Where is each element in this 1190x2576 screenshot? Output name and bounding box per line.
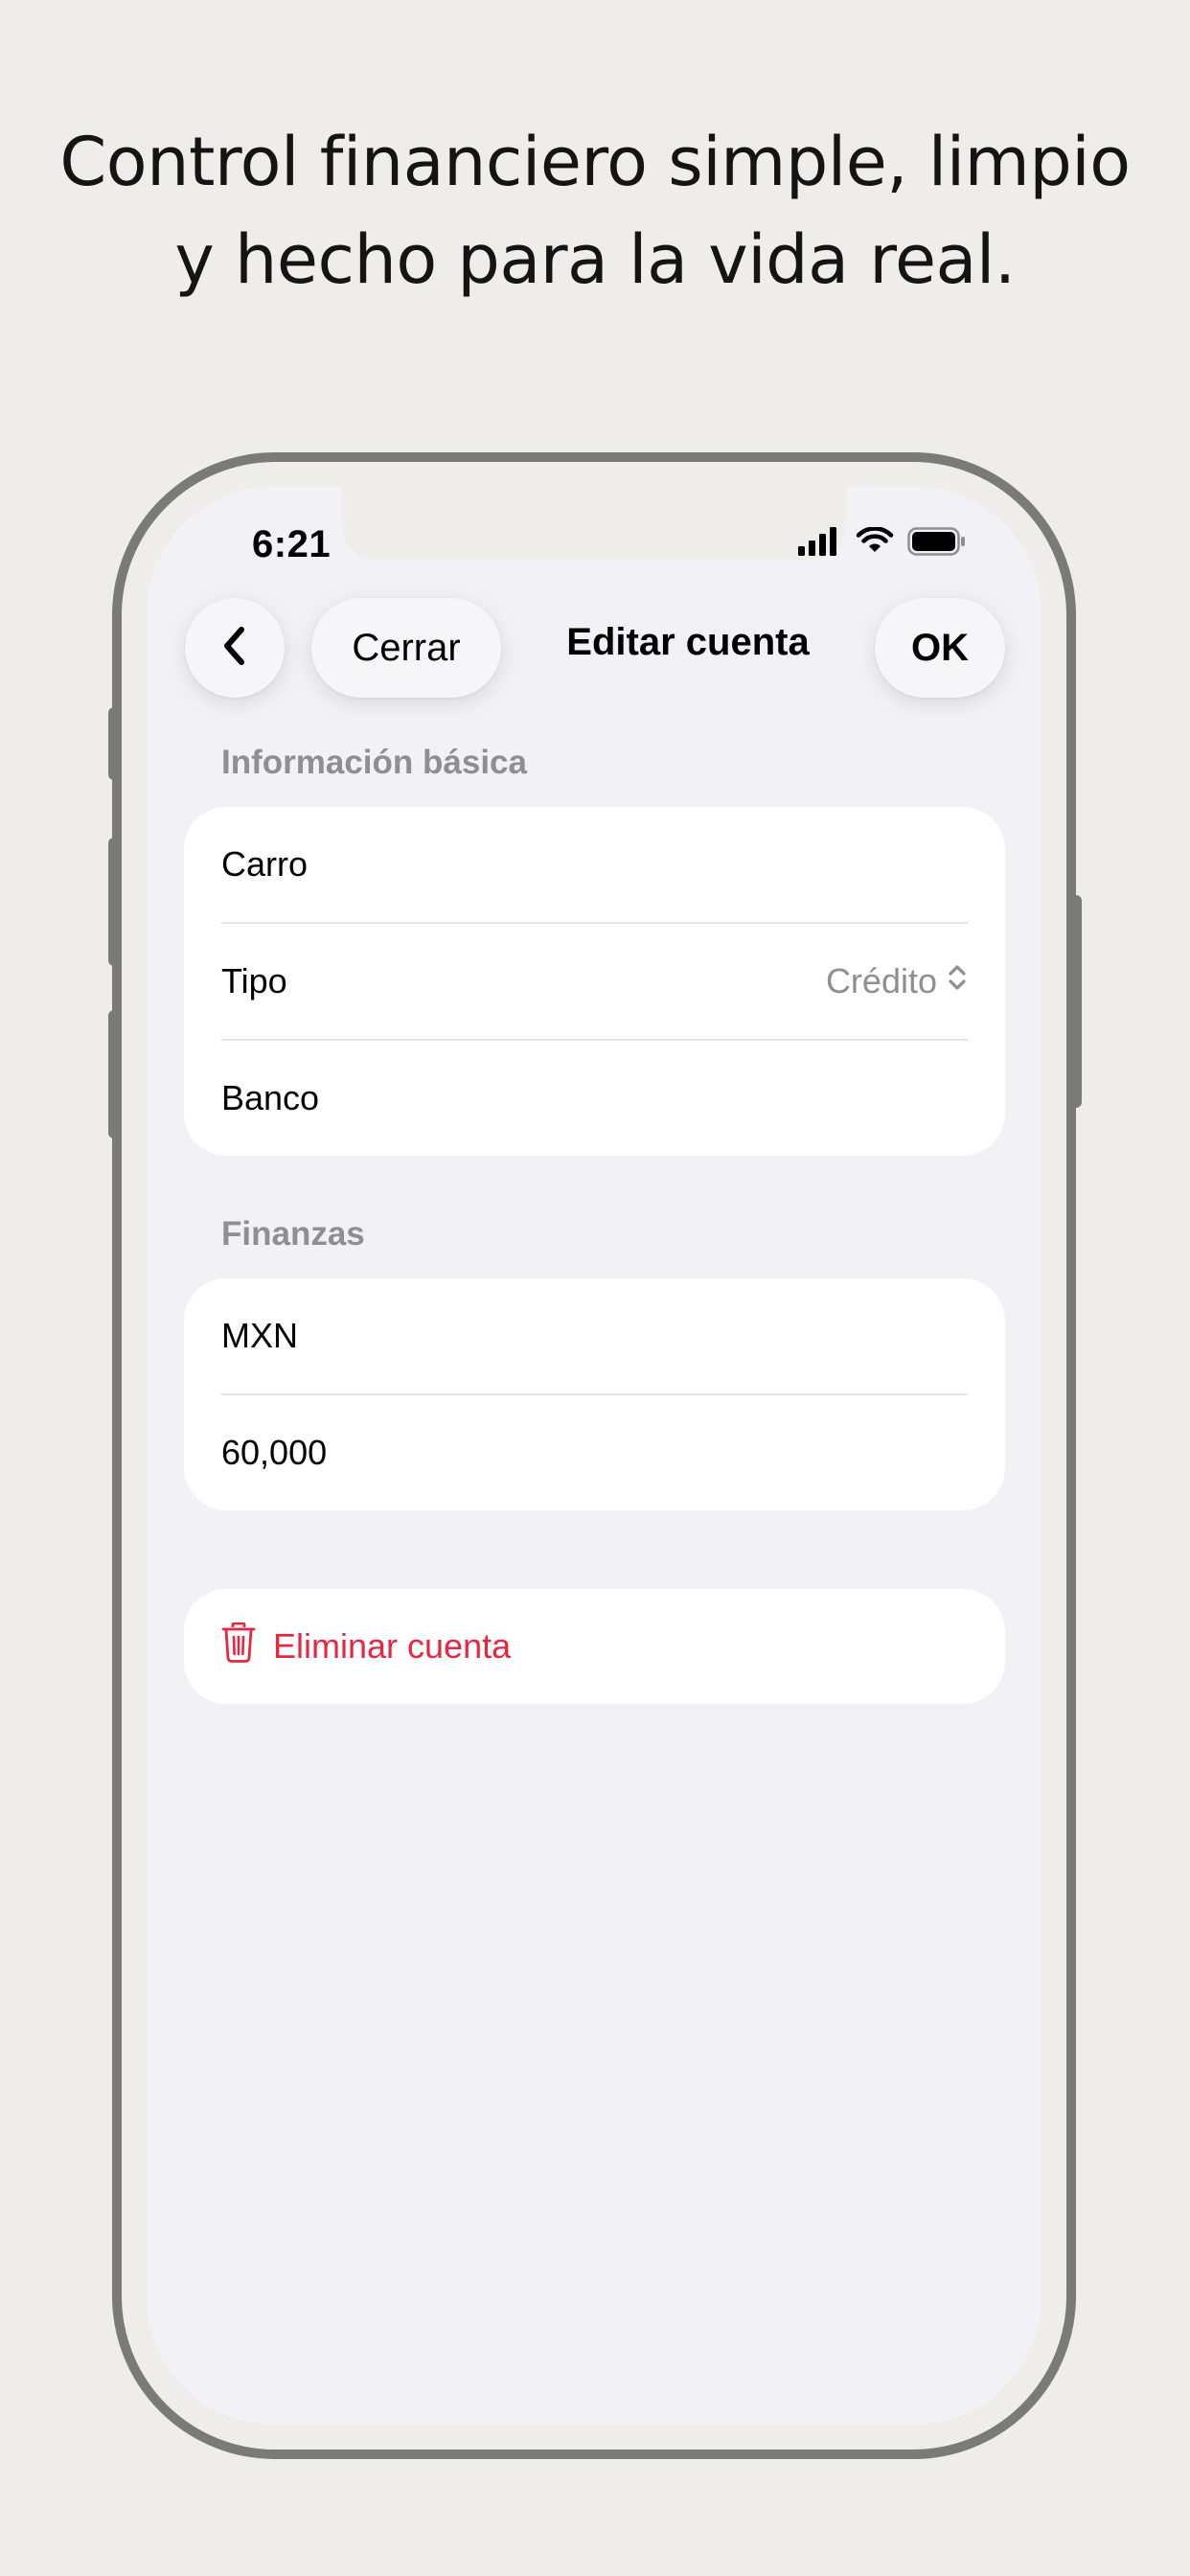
delete-account-label: Eliminar cuenta bbox=[273, 1626, 512, 1666]
account-name-field[interactable]: Carro bbox=[221, 807, 968, 922]
chevron-up-down-icon bbox=[947, 961, 968, 1002]
section-header-finances: Finanzas bbox=[221, 1215, 365, 1253]
wifi-icon bbox=[856, 526, 894, 560]
trash-icon bbox=[221, 1622, 273, 1671]
bank-value: Banco bbox=[221, 1078, 320, 1117]
marketing-headline: Control financiero simple, limpio y hech… bbox=[0, 113, 1190, 309]
phone-power-button bbox=[1068, 895, 1082, 1108]
phone-volume-down-button bbox=[108, 1010, 122, 1138]
headline-line-2: y hecho para la vida real. bbox=[174, 220, 1016, 299]
currency-value: MXN bbox=[221, 1316, 298, 1355]
phone-volume-up-button bbox=[108, 838, 122, 966]
close-button[interactable]: Cerrar bbox=[311, 598, 501, 698]
headline-line-1: Control financiero simple, limpio bbox=[59, 123, 1131, 201]
amount-value: 60,000 bbox=[221, 1433, 328, 1472]
ok-button[interactable]: OK bbox=[875, 598, 1005, 698]
delete-account-button[interactable]: Eliminar cuenta bbox=[184, 1589, 1005, 1704]
amount-field[interactable]: 60,000 bbox=[221, 1393, 968, 1510]
finances-card: MXN 60,000 bbox=[184, 1278, 1005, 1510]
battery-icon bbox=[907, 527, 967, 560]
section-header-basic-info: Información básica bbox=[221, 744, 527, 781]
account-type-picker[interactable]: Tipo Crédito bbox=[221, 922, 968, 1039]
account-type-selected: Crédito bbox=[826, 961, 968, 1002]
phone-screen: 6:21 Cerrar Editar cuenta OK Información… bbox=[147, 487, 1041, 2425]
back-button[interactable] bbox=[185, 598, 285, 698]
status-time: 6:21 bbox=[252, 523, 332, 565]
status-icons bbox=[798, 526, 967, 560]
account-name-value: Carro bbox=[221, 844, 309, 884]
basic-info-card: Carro Tipo Crédito Banco bbox=[184, 807, 1005, 1156]
chevron-left-icon bbox=[220, 625, 249, 671]
phone-notch bbox=[341, 487, 847, 560]
account-type-label: Tipo bbox=[221, 961, 287, 1000]
bank-field[interactable]: Banco bbox=[221, 1039, 968, 1156]
account-type-value: Crédito bbox=[825, 961, 937, 1000]
cellular-signal-icon bbox=[798, 527, 842, 560]
currency-field[interactable]: MXN bbox=[221, 1278, 968, 1393]
page-title: Editar cuenta bbox=[566, 621, 810, 663]
phone-mute-switch bbox=[108, 707, 122, 780]
